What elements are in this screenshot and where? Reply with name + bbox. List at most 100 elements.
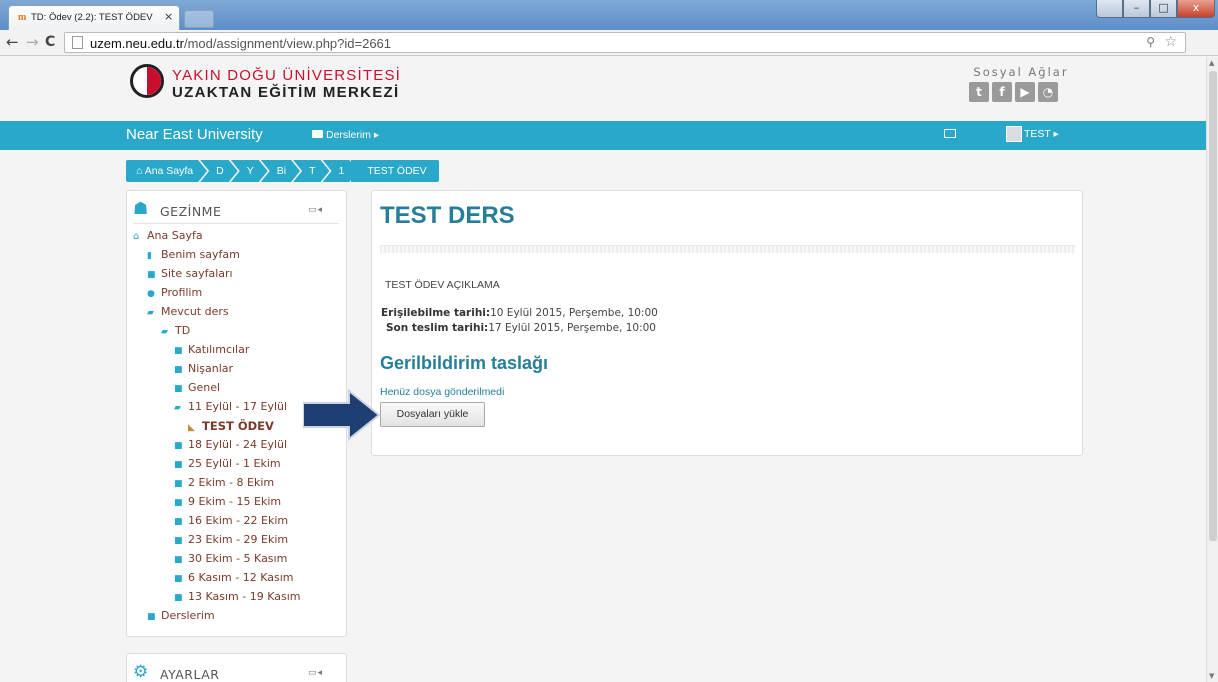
nav-item-week[interactable]: ■ 16 Ekim - 22 Ekim <box>174 514 288 527</box>
no-submission-text: Henüz dosya gönderilmedi <box>380 386 505 398</box>
bookmark-star-icon[interactable]: ☆ <box>1164 34 1177 50</box>
center-name: UZAKTAN EĞİTİM MERKEZİ <box>172 84 400 101</box>
briefcase-icon <box>312 130 323 138</box>
nav-item-week[interactable]: ■ 18 Eylül - 24 Eylül <box>174 438 287 451</box>
nav-item-week[interactable]: ■ 25 Eylül - 1 Ekim <box>174 457 281 470</box>
page-viewport: YAKIN DOĞU ÜNİVERSİTESİ UZAKTAN EĞİTİM M… <box>0 57 1206 682</box>
page-icon: ▮ <box>147 251 152 261</box>
nav-item-week[interactable]: ■ 30 Ekim - 5 Kasım <box>174 552 287 565</box>
nav-item-week[interactable]: ▰ 11 Eylül - 17 Eylül <box>174 400 287 413</box>
youtube-icon[interactable]: ▶ <box>1015 82 1035 102</box>
nav-item-general[interactable]: ■ Genel <box>174 381 220 394</box>
top-navbar: Near East University Derslerim ▸ TEST ▸ <box>0 121 1206 150</box>
nav-item-profile[interactable]: ● Profilim <box>147 286 202 299</box>
folder-icon: ■ <box>174 441 183 451</box>
twitter-icon[interactable]: t <box>969 82 989 102</box>
breadcrumb: ⌂ Ana Sayfa D Y Bi T 1 TEST ÖDEV <box>126 160 439 182</box>
tab-close-icon[interactable]: × <box>164 10 173 23</box>
nav-item-course-td[interactable]: ▰ TD <box>161 324 190 337</box>
window-close-button[interactable]: x <box>1177 0 1215 18</box>
nav-item-current-assignment[interactable]: ◣ TEST ÖDEV <box>188 419 274 433</box>
breadcrumb-home[interactable]: ⌂ Ana Sayfa <box>126 160 207 182</box>
folder-open-icon: ▰ <box>161 327 168 337</box>
folder-icon: ■ <box>147 612 156 622</box>
nav-item-week[interactable]: ■ 13 Kasım - 19 Kasım <box>174 590 300 603</box>
page-scrollbar[interactable]: ▲ ▼ <box>1206 57 1218 682</box>
university-name: YAKIN DOĞU ÜNİVERSİTESİ <box>172 67 402 84</box>
nav-item-week[interactable]: ■ 6 Kasım - 12 Kasım <box>174 571 293 584</box>
user-menu[interactable]: TEST ▸ <box>1024 128 1059 140</box>
assignment-icon: ◣ <box>188 423 195 433</box>
assignment-panel: TEST DERS TEST ÖDEV AÇIKLAMA Erişilebilm… <box>371 190 1083 456</box>
block-controls-icon[interactable]: ▭◂ <box>308 668 323 678</box>
nav-item-week[interactable]: ■ 23 Ekim - 29 Ekim <box>174 533 288 546</box>
upload-files-button[interactable]: Dosyaları yükle <box>380 402 485 427</box>
folder-icon: ■ <box>174 536 183 546</box>
due-date: Son teslim tarihi:17 Eylül 2015, Perşemb… <box>386 322 656 334</box>
mail-icon[interactable] <box>944 129 956 138</box>
nav-item-week[interactable]: ■ 9 Ekim - 15 Ekim <box>174 495 281 508</box>
nav-item-site-pages[interactable]: ■ Site sayfaları <box>147 267 233 280</box>
folder-icon: ■ <box>174 555 183 565</box>
avatar[interactable] <box>1006 126 1022 142</box>
navigation-title: GEZİNME <box>160 204 222 219</box>
scroll-down-icon[interactable]: ▼ <box>1209 672 1214 680</box>
settings-block: ⚙ AYARLAR ▭◂ <box>126 653 347 682</box>
back-arrow-icon[interactable]: ← <box>6 33 19 51</box>
social-title: Sosyal Ağlar <box>973 65 1069 79</box>
assignment-description: TEST ÖDEV AÇIKLAMA <box>385 279 500 291</box>
folder-icon: ■ <box>174 498 183 508</box>
address-bar[interactable]: uzem.neu.edu.tr/mod/assignment/view.php?… <box>64 32 1186 53</box>
forward-arrow-icon[interactable]: → <box>26 33 39 51</box>
site-brand-link[interactable]: Near East University <box>126 126 263 143</box>
block-controls-icon[interactable]: ▭◂ <box>308 205 323 215</box>
window-maximize-button[interactable]: □ <box>1150 0 1177 18</box>
tab-title: TD: Ödev (2.2): TEST ÖDEV <box>31 12 153 23</box>
window-minimize-button[interactable]: – <box>1123 0 1150 18</box>
blog-icon[interactable]: ◔ <box>1038 82 1058 102</box>
folder-open-icon: ▰ <box>174 403 181 413</box>
breadcrumb-current[interactable]: TEST ÖDEV <box>351 160 439 182</box>
folder-icon: ■ <box>174 574 183 584</box>
folder-icon: ■ <box>174 384 183 394</box>
scroll-up-icon[interactable]: ▲ <box>1209 59 1214 67</box>
nav-item-home[interactable]: ⌂ Ana Sayfa <box>133 229 203 242</box>
settings-title: AYARLAR <box>160 667 220 682</box>
facebook-icon[interactable]: f <box>992 82 1012 102</box>
moodle-favicon-icon: m <box>18 12 27 23</box>
user-icon: ● <box>147 289 155 299</box>
available-date: Erişilebilme tarihi:10 Eylül 2015, Perşe… <box>381 307 658 319</box>
folder-icon: ■ <box>174 593 183 603</box>
nav-item-my-page[interactable]: ▮ Benim sayfam <box>147 248 240 261</box>
zoom-icon[interactable]: ⚲ <box>1146 35 1155 49</box>
nav-item-participants[interactable]: ■ Katılımcılar <box>174 343 249 356</box>
nav-item-week[interactable]: ■ 2 Ekim - 8 Ekim <box>174 476 274 489</box>
courses-menu[interactable]: Derslerim ▸ <box>312 129 379 141</box>
sitemap-icon: ☗ <box>133 199 149 219</box>
window-profile-button[interactable] <box>1096 0 1123 18</box>
nav-item-badges[interactable]: ■ Nişanlar <box>174 362 233 375</box>
url-text[interactable]: uzem.neu.edu.tr/mod/assignment/view.php?… <box>90 36 391 51</box>
logo-emblem-icon <box>130 64 164 98</box>
page-title: TEST DERS <box>380 202 515 229</box>
folder-icon: ■ <box>174 346 183 356</box>
page-icon <box>72 36 83 49</box>
browser-tab[interactable]: m TD: Ödev (2.2): TEST ÖDEV × <box>8 5 180 30</box>
reload-icon[interactable]: C <box>45 34 55 50</box>
scrollbar-thumb[interactable] <box>1209 71 1217 541</box>
browser-toolbar: ← → C uzem.neu.edu.tr/mod/assignment/vie… <box>0 30 1218 80</box>
folder-icon: ■ <box>174 517 183 527</box>
pointer-arrow-icon <box>303 389 381 441</box>
nav-item-current-course[interactable]: ▰ Mevcut ders <box>147 305 229 318</box>
social-networks: Sosyal Ağlar t f ▶ ◔ <box>966 65 1076 102</box>
divider <box>380 245 1075 253</box>
nav-item-my-courses[interactable]: ■ Derslerim <box>147 609 215 622</box>
folder-icon: ■ <box>174 479 183 489</box>
new-tab-button[interactable] <box>184 10 214 28</box>
gears-icon: ⚙ <box>133 662 149 682</box>
folder-icon: ■ <box>174 460 183 470</box>
browser-tabstrip: m TD: Ödev (2.2): TEST ÖDEV × – □ x <box>0 0 1218 30</box>
home-icon: ⌂ <box>133 231 140 242</box>
feedback-heading: Gerilbildirim taslağı <box>380 353 549 373</box>
folder-open-icon: ▰ <box>147 308 154 318</box>
